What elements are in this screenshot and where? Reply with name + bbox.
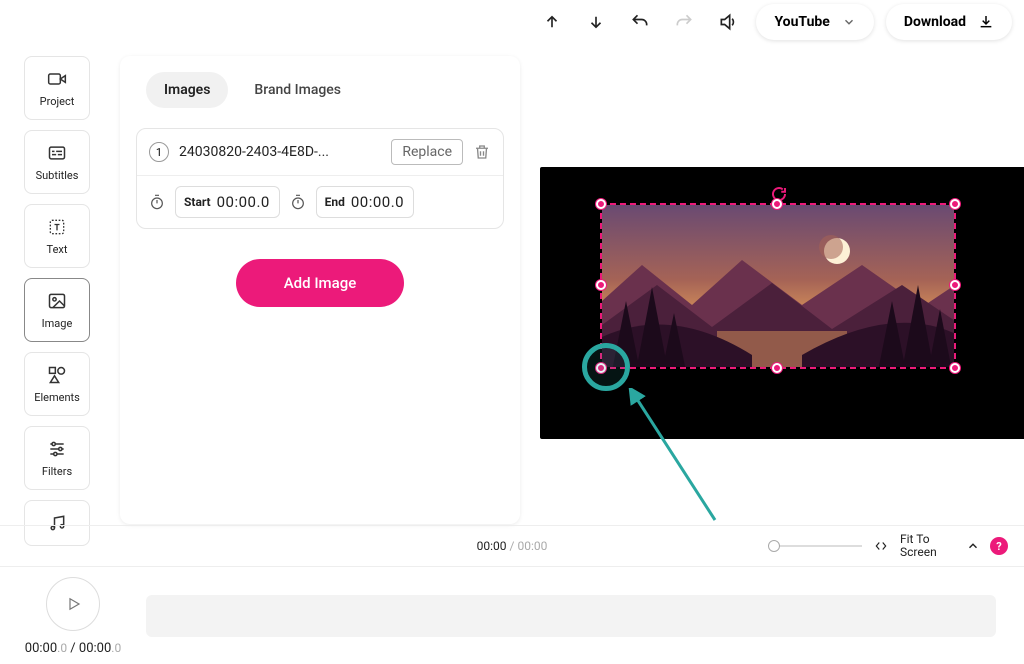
current-time: 00:00 [477,539,507,553]
end-time-input[interactable]: End 00:00.0 [316,186,414,218]
start-value: 00:00.0 [217,193,271,211]
zoom-thumb[interactable] [768,540,780,552]
resize-handle-middle-left[interactable] [596,280,606,290]
chevron-up-icon[interactable] [966,539,980,553]
start-label: Start [184,195,211,209]
sidebar-item-label: Text [47,243,68,256]
subtitles-icon [46,143,68,163]
download-button[interactable]: Download [886,4,1012,40]
help-button[interactable]: ? [990,537,1008,555]
sidebar-item-image[interactable]: Image [24,278,90,342]
sidebar-item-filters[interactable]: Filters [24,426,90,490]
sidebar-item-project[interactable]: Project [24,56,90,120]
tab-images[interactable]: Images [146,72,228,108]
image-icon [46,291,68,311]
sidebar-item-label: Subtitles [36,169,79,182]
video-camera-icon [46,69,68,89]
undo-button[interactable] [624,6,656,38]
sidebar-item-elements[interactable]: Elements [24,352,90,416]
resize-handle-bottom-right[interactable] [950,363,960,373]
timeline-track[interactable] [146,595,996,637]
video-canvas[interactable] [540,167,1024,439]
timeline-timecode: 00:00.0 / 00:00.0 [25,641,121,656]
image-preview [602,205,954,367]
start-time-input[interactable]: Start 00:00.0 [175,186,280,218]
stopwatch-icon [149,194,165,210]
image-list-item: 1 24030820-2403-4E8D-... Replace Start 0… [136,128,504,229]
tab-brand-images[interactable]: Brand Images [236,72,359,108]
sidebar-item-label: Project [40,95,75,108]
download-label: Download [904,14,966,30]
image-index-badge: 1 [149,142,169,162]
left-sidebar: Project Subtitles Text Image Elements Fi… [24,56,94,546]
sidebar-item-text[interactable]: Text [24,204,90,268]
selection-box[interactable] [600,203,956,369]
tc-sep: / [67,641,79,656]
end-value: 00:00.0 [351,193,405,211]
resize-handle-top-right[interactable] [950,199,960,209]
platform-label: YouTube [774,14,829,30]
text-icon [46,217,68,237]
sidebar-item-label: Elements [34,391,80,404]
resize-handle-bottom-middle[interactable] [772,363,782,373]
fit-to-screen-button[interactable]: Fit To Screen [900,533,956,559]
playback-time: 00:00 / 00:00 [477,539,548,553]
trash-icon[interactable] [473,143,491,161]
redo-button[interactable] [668,6,700,38]
image-filename: 24030820-2403-4E8D-... [179,144,381,160]
replace-button[interactable]: Replace [391,139,463,165]
resize-handle-top-middle[interactable] [772,199,782,209]
platform-dropdown[interactable]: YouTube [756,4,873,40]
resize-handle-bottom-left[interactable] [596,363,606,373]
sidebar-item-subtitles[interactable]: Subtitles [24,130,90,194]
audio-icon[interactable] [712,6,744,38]
images-panel: Images Brand Images 1 24030820-2403-4E8D… [120,56,520,524]
tc-total-ms: .0 [111,641,121,655]
tc-total: 00:00 [79,641,111,656]
sidebar-item-label: Image [42,317,73,330]
fit-screen-icon[interactable] [872,539,890,553]
timeline: 00:00.0 / 00:00.0 [0,568,1024,664]
tc-current-ms: .0 [57,641,67,655]
add-image-button[interactable]: Add Image [236,259,404,307]
status-bar: 00:00 / 00:00 Fit To Screen ? [0,525,1024,567]
tc-current: 00:00 [25,641,57,656]
sliders-icon [46,439,68,459]
stopwatch-icon [290,194,306,210]
resize-handle-middle-right[interactable] [950,280,960,290]
sidebar-item-label: Filters [42,465,72,478]
move-up-button[interactable] [536,6,568,38]
resize-handle-top-left[interactable] [596,199,606,209]
chevron-down-icon [842,15,856,29]
shapes-icon [46,365,68,385]
move-down-button[interactable] [580,6,612,38]
total-time: 00:00 [517,539,547,553]
play-button[interactable] [46,577,100,631]
end-label: End [325,195,345,209]
time-sep: / [507,539,518,553]
zoom-slider[interactable] [770,545,862,547]
download-icon [978,14,994,30]
